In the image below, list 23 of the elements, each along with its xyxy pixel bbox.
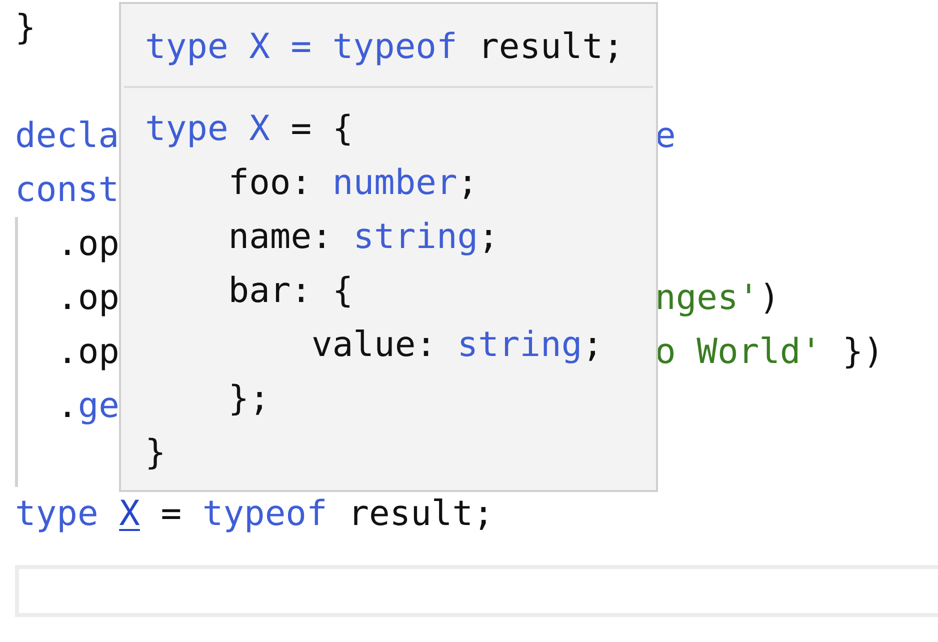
tooltip-signature: type X = typeof result; [145,26,624,69]
code-line: const [15,169,120,212]
code-token: = [160,494,183,534]
code-line: nges') [655,277,780,320]
code-token: result; [347,494,494,534]
code-line: } [15,7,36,50]
type-link[interactable]: X [119,494,140,534]
code-line: name: string; [227,216,499,259]
code-line: e [655,115,676,158]
code-line: bar: { [227,270,354,313]
code-token: typeof [202,494,328,534]
code-line: .ge [57,385,120,428]
code-line: type X = { [145,108,354,151]
code-token: type [15,494,100,534]
code-line: foo: number; [227,162,478,205]
code-line: .op [57,223,120,266]
code-line: }; [227,378,270,421]
code-line: decla [15,115,120,158]
code-line: .op [57,331,120,374]
code-line: .op [57,277,120,320]
code-line: value: string; [310,324,604,367]
code-line: o World' }) [655,331,884,374]
code-line: } [145,432,166,475]
